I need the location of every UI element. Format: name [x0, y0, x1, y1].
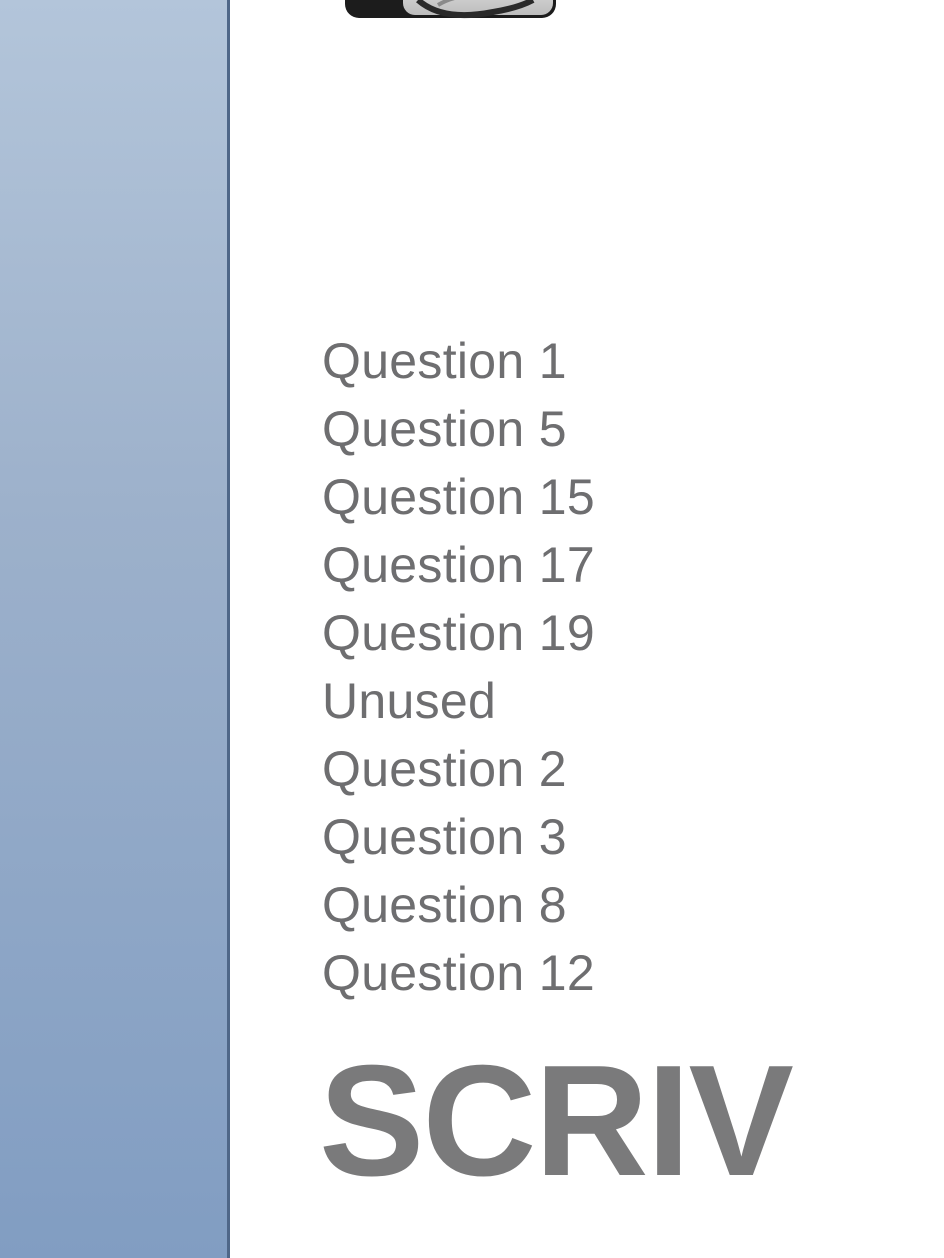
app-window: Question 1 Question 5 Question 15 Questi… [0, 0, 944, 1258]
outline-item-question-3[interactable]: Question 3 [322, 803, 595, 871]
outline-item-question-15[interactable]: Question 15 [322, 463, 595, 531]
scrivener-app-icon [345, 0, 556, 19]
sidebar-panel [0, 0, 230, 1258]
outline-item-question-19[interactable]: Question 19 [322, 599, 595, 667]
binder-outline-list: Question 1 Question 5 Question 15 Questi… [322, 327, 595, 1007]
outline-item-question-8[interactable]: Question 8 [322, 871, 595, 939]
main-content: Question 1 Question 5 Question 15 Questi… [233, 0, 944, 1258]
outline-item-question-1[interactable]: Question 1 [322, 327, 595, 395]
brand-wordmark: SCRIV [319, 1033, 794, 1209]
outline-item-question-12[interactable]: Question 12 [322, 939, 595, 1007]
outline-item-question-2[interactable]: Question 2 [322, 735, 595, 803]
outline-item-question-17[interactable]: Question 17 [322, 531, 595, 599]
outline-item-question-5[interactable]: Question 5 [322, 395, 595, 463]
outline-item-unused[interactable]: Unused [322, 667, 595, 735]
